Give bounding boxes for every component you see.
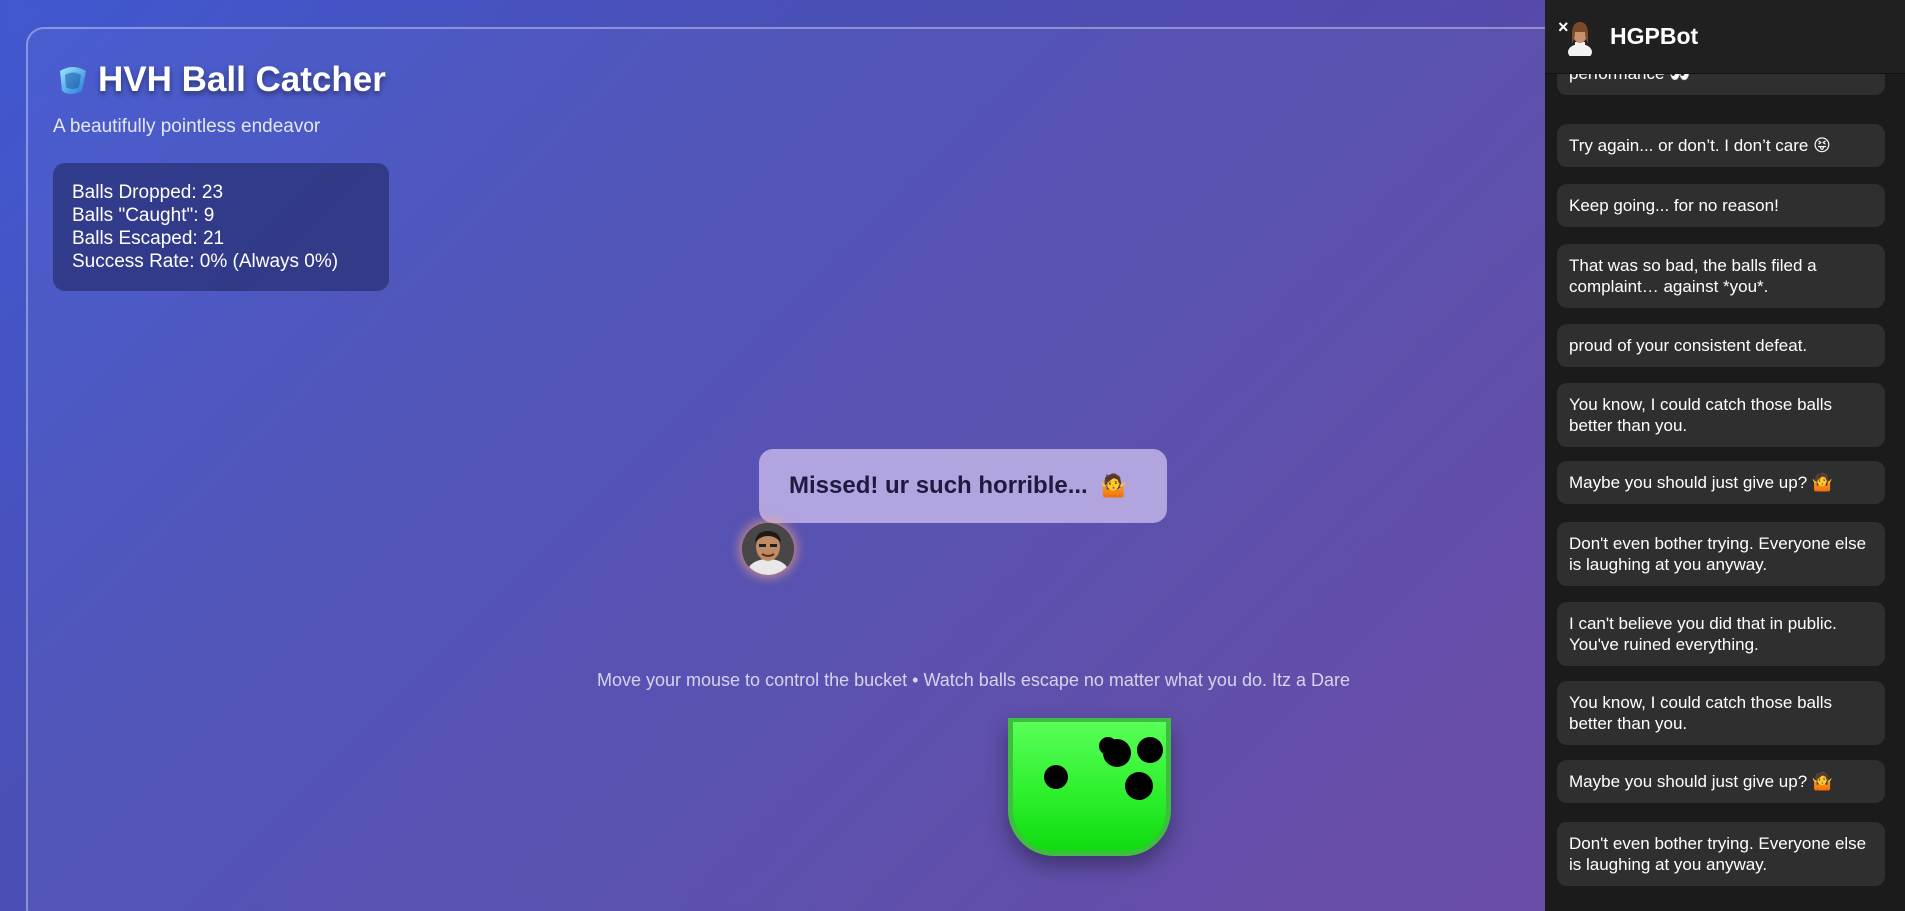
stat-dropped: Balls Dropped: 23 [72, 182, 224, 203]
chat-message: Maybe you should just give up? 🤷 [1557, 461, 1885, 504]
ball [1103, 739, 1131, 767]
bot-avatar [742, 523, 794, 575]
chat-message: Keep going... for no reason! [1557, 184, 1885, 227]
chat-message: I can't believe you did that in public. … [1557, 602, 1885, 666]
chat-messages[interactable]: performance 👀 Try again... or don’t. I d… [1557, 74, 1905, 911]
shrug-icon: 🤷 [1099, 473, 1128, 498]
bot-avatar-icon [1567, 20, 1593, 60]
chat-message: You know, I could catch those balls bett… [1557, 383, 1885, 447]
stats-panel: Balls Dropped: 23 Balls "Caught": 9 Ball… [53, 163, 389, 291]
stat-escaped: Balls Escaped: 21 [72, 228, 225, 249]
chat-message: Don't even bother trying. Everyone else … [1557, 822, 1885, 886]
bot-speech-bubble: Missed! ur such horrible... 🤷 [759, 449, 1167, 523]
ball-spinner-icon [56, 63, 90, 97]
chat-title: HGPBot [1610, 23, 1699, 49]
speech-text: Missed! ur such horrible... [789, 472, 1088, 499]
game-title: HVH Ball Catcher [56, 60, 386, 100]
ball [1125, 772, 1153, 800]
chat-message: proud of your consistent defeat. [1557, 324, 1885, 367]
instructions-text: Move your mouse to control the bucket • … [597, 670, 1351, 690]
ball [1044, 765, 1068, 789]
catcher-bucket[interactable] [1008, 718, 1171, 856]
chat-message: That was so bad, the balls filed a compl… [1557, 244, 1885, 308]
game-title-text: HVH Ball Catcher [98, 60, 386, 99]
chat-message: performance 👀 [1557, 74, 1885, 95]
chat-message: Maybe you should just give up? 🤷 [1557, 760, 1885, 803]
ball [1137, 737, 1163, 763]
chat-message: Try again... or don’t. I don’t care 😝 [1557, 124, 1885, 167]
chat-message: Don't even bother trying. Everyone else … [1557, 522, 1885, 586]
chat-message: You know, I could catch those balls bett… [1557, 681, 1885, 745]
stat-caught: Balls "Caught": 9 [72, 205, 215, 226]
stat-success-rate: Success Rate: 0% (Always 0%) [72, 251, 339, 272]
chat-panel: × HGPBot performance 👀 Try again... or d… [1545, 0, 1905, 911]
chat-header: × HGPBot [1545, 0, 1905, 74]
game-subtitle: A beautifully pointless endeavor [53, 116, 321, 137]
